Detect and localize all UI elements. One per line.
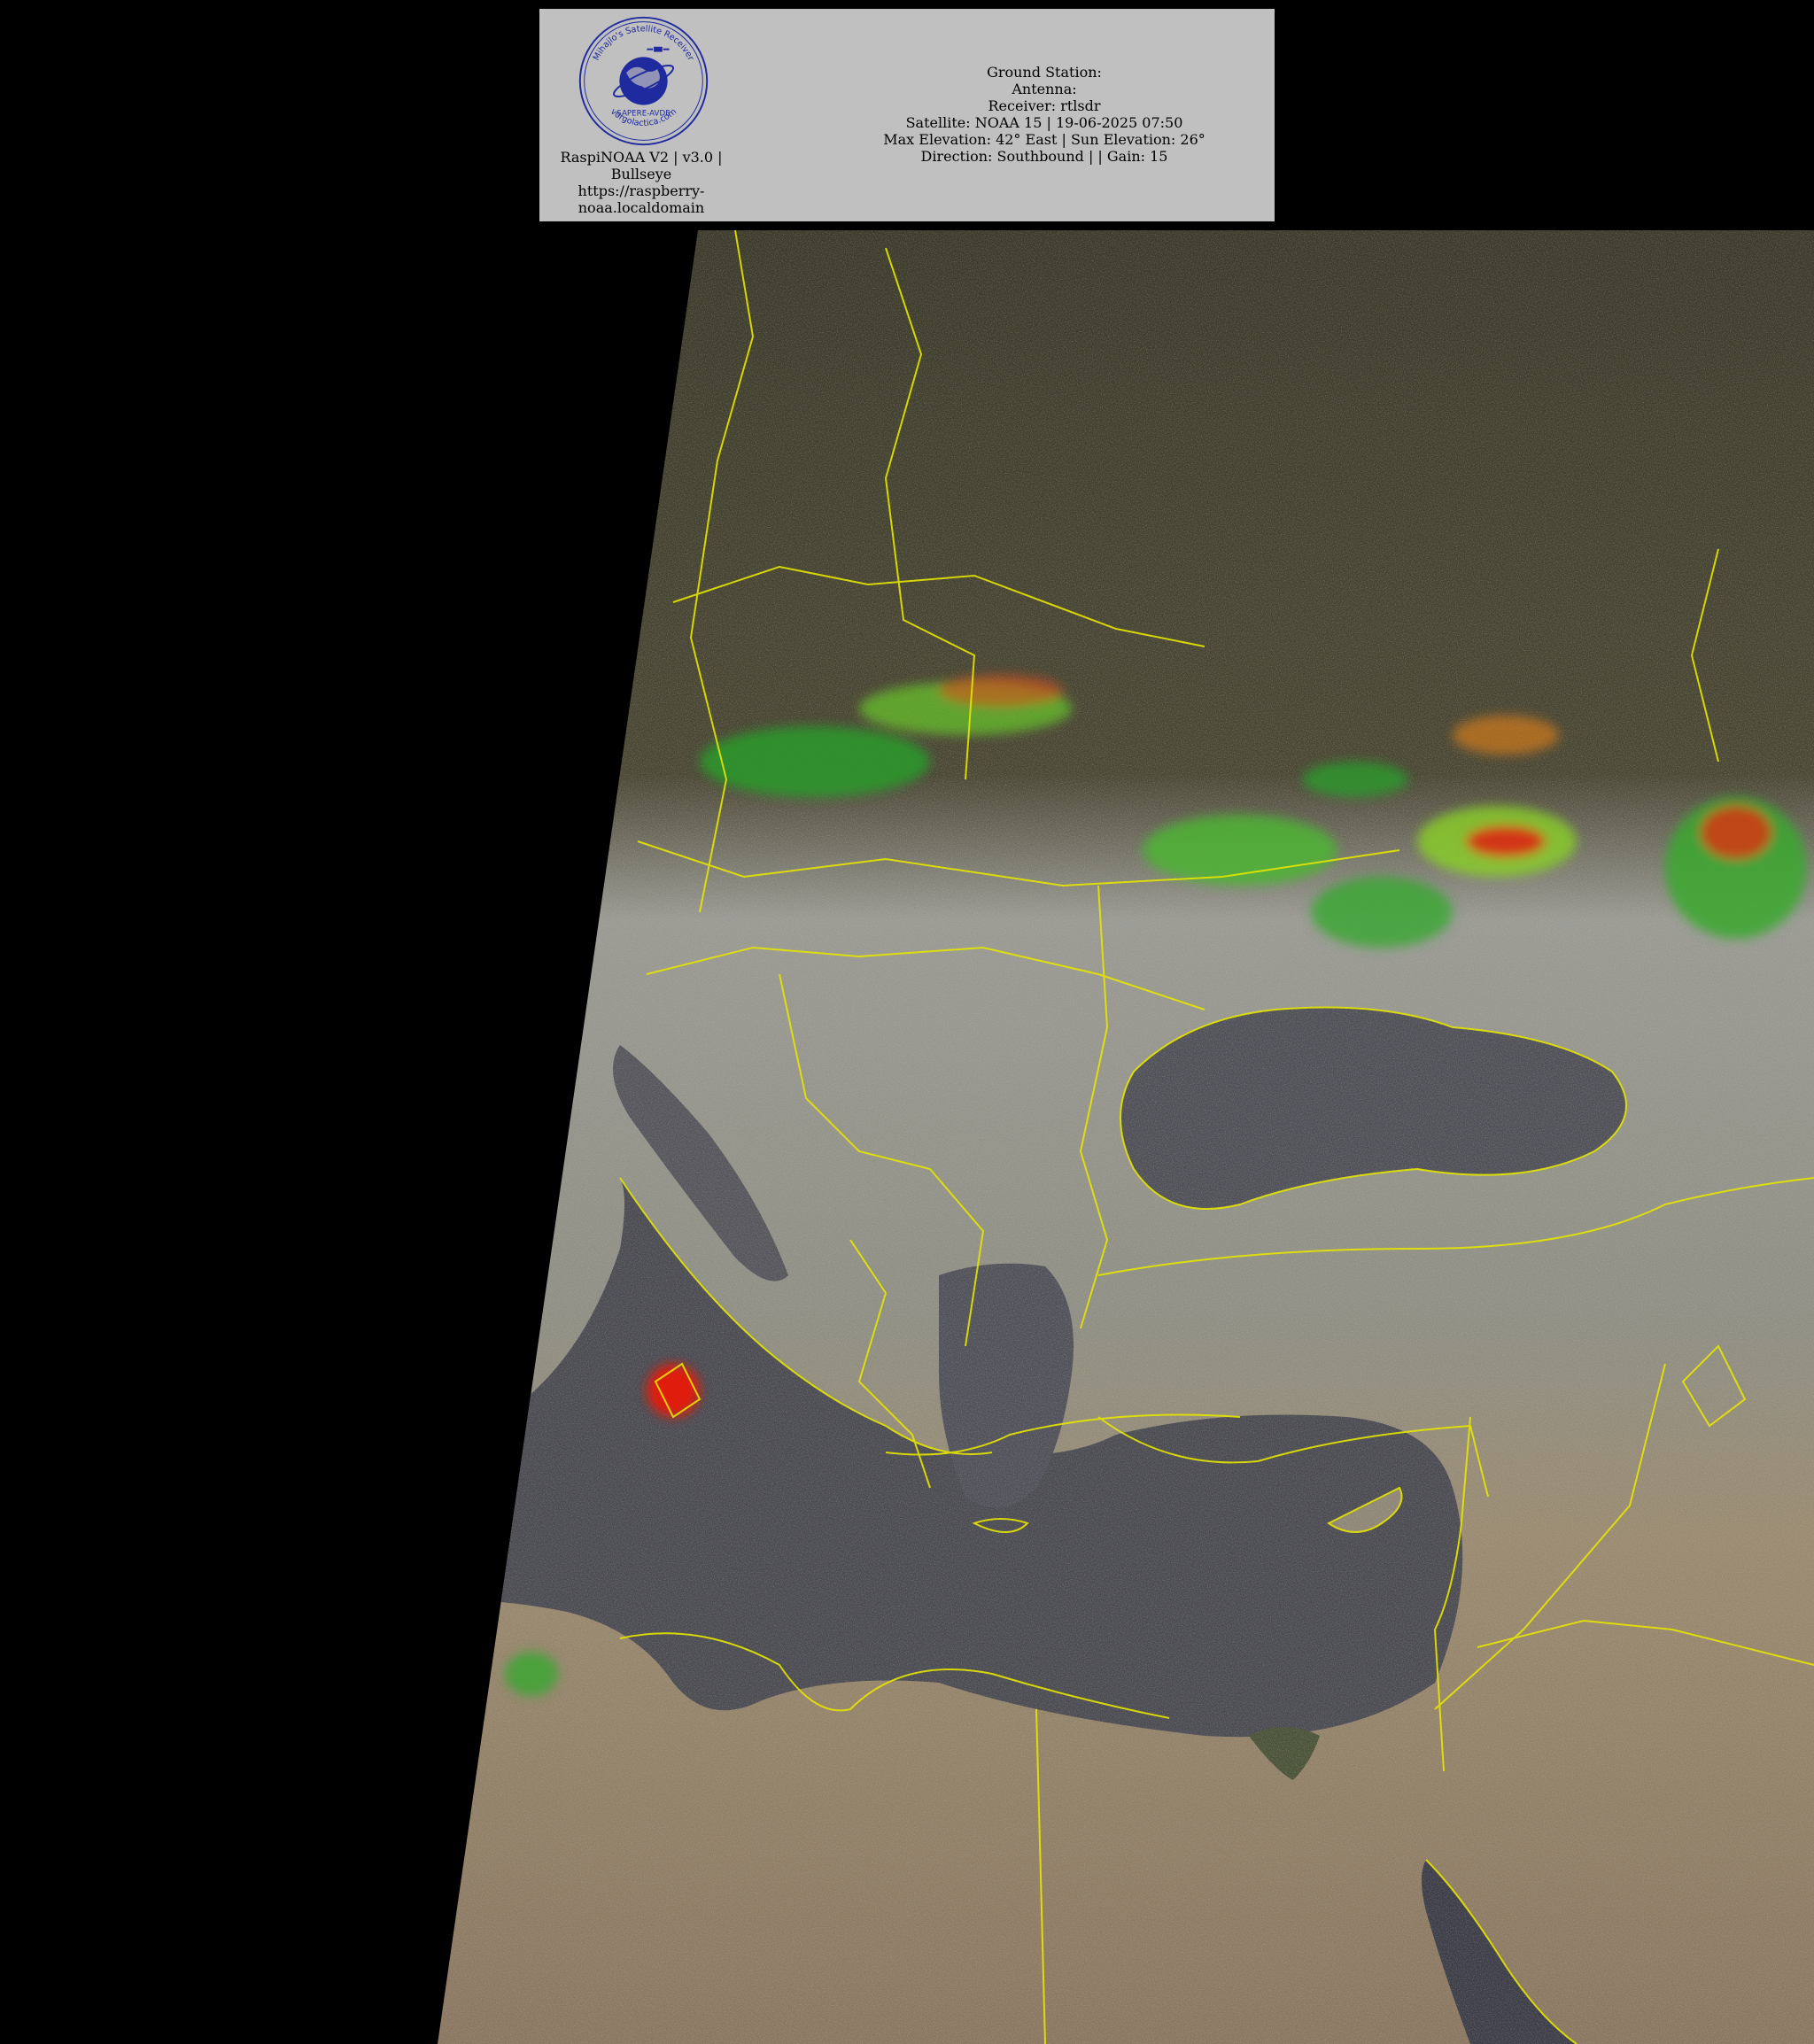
satellite-image <box>438 230 1814 2044</box>
swath-image <box>438 230 1814 2044</box>
